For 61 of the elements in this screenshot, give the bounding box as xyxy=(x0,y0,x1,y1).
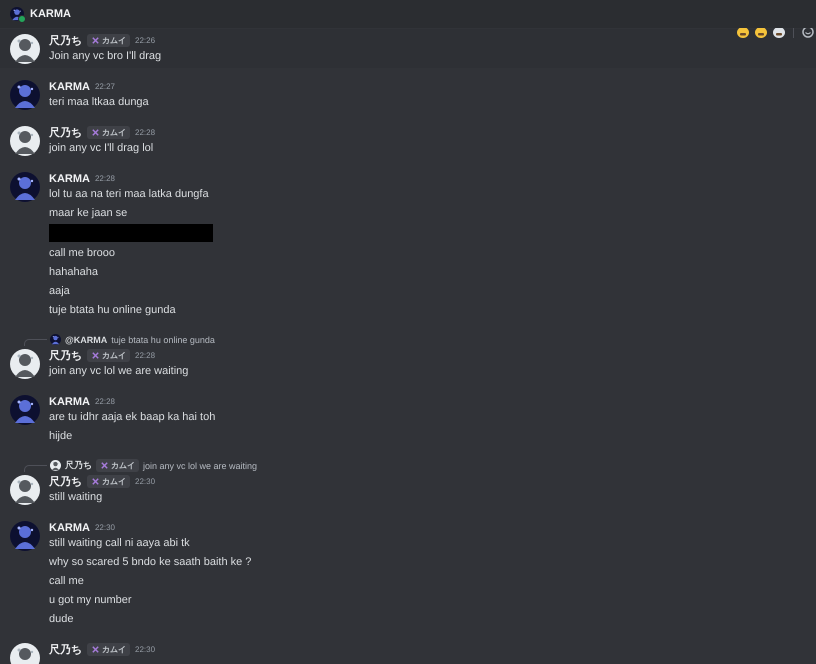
user-avatar[interactable] xyxy=(10,643,40,664)
timestamp: 22:30 xyxy=(135,477,156,486)
message-text: maar ke jaan se xyxy=(49,206,128,221)
message-text: hijde xyxy=(49,429,74,444)
message-text: u got my number xyxy=(49,593,133,608)
user-avatar[interactable] xyxy=(10,475,40,505)
timestamp: 22:28 xyxy=(135,128,156,137)
message-text: call me xyxy=(49,574,85,589)
message-text: join any vc lol we are waiting xyxy=(49,364,188,379)
role-tag: カムイ xyxy=(87,126,130,139)
author-name[interactable]: KARMA xyxy=(49,172,90,184)
timestamp: 22:28 xyxy=(94,174,115,183)
user-avatar[interactable] xyxy=(10,34,40,64)
message-text: aaja xyxy=(49,284,71,299)
sword-icon xyxy=(91,477,100,486)
sword-icon xyxy=(91,351,100,360)
message-text: call me brooo xyxy=(49,246,116,261)
author-name[interactable]: 尺乃ち xyxy=(49,33,82,48)
message-text: hahahaha xyxy=(49,265,99,280)
timestamp: 22:26 xyxy=(135,36,156,45)
message-text: join any vc I'll drag lol xyxy=(49,141,154,156)
message-text: lol tu aa na teri maa latka dungfa xyxy=(49,187,210,202)
reply-author[interactable]: @KARMA xyxy=(65,334,108,344)
timestamp: 22:30 xyxy=(135,645,156,654)
author-name[interactable]: KARMA xyxy=(49,80,90,92)
channel-title: KARMA xyxy=(30,8,71,20)
author-name[interactable]: 尺乃ち xyxy=(49,348,82,363)
author-name[interactable]: 尺乃ち xyxy=(49,125,82,140)
timestamp: 22:28 xyxy=(135,351,156,360)
reply-text[interactable]: tuje btata hu online gunda xyxy=(111,334,215,344)
reply-author[interactable]: 尺乃ち xyxy=(65,459,92,472)
role-tag: カムイ xyxy=(96,459,139,472)
reply-text[interactable]: join any vc lol we are waiting xyxy=(143,460,258,470)
message-text: why so scared 5 bndo ke saath baith ke ? xyxy=(49,555,252,570)
timestamp: 22:27 xyxy=(94,82,115,91)
add-reaction-icon[interactable] xyxy=(802,28,814,38)
sword-icon xyxy=(91,645,100,654)
author-name[interactable]: KARMA xyxy=(49,396,90,408)
role-tag: カムイ xyxy=(87,475,130,488)
sword-icon xyxy=(100,461,109,470)
message-text: tuje btata hu online gunda xyxy=(49,303,177,318)
user-avatar[interactable] xyxy=(10,349,40,379)
sword-icon xyxy=(91,36,100,45)
message-text: Join any vc bro I'll drag xyxy=(49,49,162,64)
author-name[interactable]: 尺乃ち xyxy=(49,474,82,489)
author-name[interactable]: KARMA xyxy=(49,522,90,534)
reply-avatar xyxy=(50,334,61,345)
timestamp: 22:28 xyxy=(94,397,115,406)
message-text: are tu idhr aaja ek baap ka hai toh xyxy=(49,410,216,425)
role-tag: カムイ xyxy=(87,643,130,656)
reply-avatar xyxy=(50,460,61,471)
sword-icon xyxy=(91,128,100,137)
role-tag: カムイ xyxy=(87,34,130,47)
role-tag: カムイ xyxy=(87,349,130,362)
user-avatar[interactable] xyxy=(10,126,40,156)
message-text: dude xyxy=(49,612,74,627)
message-text: still waiting call ni aaya abi tk xyxy=(49,536,191,551)
author-name[interactable]: 尺乃ち xyxy=(49,642,82,657)
message-text: teri maa ltkaa dunga xyxy=(49,95,149,110)
message-text: still waiting xyxy=(49,490,104,505)
timestamp: 22:30 xyxy=(94,523,115,532)
